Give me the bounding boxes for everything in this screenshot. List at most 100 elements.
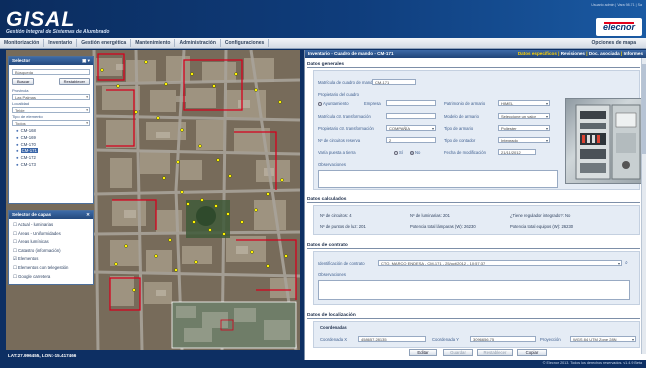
- layer-item[interactable]: ☐ Google carretera: [13, 273, 93, 282]
- menu-gestion-energetica[interactable]: Gestión energética: [77, 39, 132, 47]
- layer-item[interactable]: ☐ Áreas lumínicas: [13, 238, 93, 247]
- list-item[interactable]: ● CM-169: [16, 135, 93, 142]
- tipo-select[interactable]: Todos ▾: [12, 120, 90, 126]
- fecha-input[interactable]: 21/11/2012: [498, 149, 536, 155]
- patrimonio-select[interactable]: HIMEL: [498, 100, 550, 106]
- app-tagline: Gestión Integral de Sistemas de Alumbrad…: [6, 29, 110, 35]
- list-item[interactable]: ● CM-170: [16, 142, 93, 149]
- list-item[interactable]: ● CM-168: [16, 128, 93, 135]
- radio-icon[interactable]: [318, 101, 322, 106]
- no-radio[interactable]: No: [410, 150, 420, 155]
- calculated-data-box: Nº de circuitos: 4 Nº de luminarias: 201…: [313, 205, 640, 235]
- section-location-title: Datos de localización: [307, 313, 640, 319]
- calc-circuitos: Nº de circuitos: 4: [320, 213, 352, 218]
- menu-administracion[interactable]: Administración: [175, 39, 221, 47]
- map-options-button[interactable]: Opciones de mapa: [592, 39, 636, 48]
- location-data-box: Coordenadas Coordenada X 458657.28135 Co…: [313, 321, 640, 348]
- mat-transformacion-label: Matrícula ctr. transformación: [318, 114, 371, 119]
- detail-panel: Inventario - Cuadro de mando - CM-171 Da…: [304, 50, 646, 360]
- chevron-down-icon: ▾: [86, 108, 88, 112]
- contract-id-label: Identificación de contrato: [318, 261, 365, 266]
- calc-potencia-equipos: Potencia total equipos (W): 26230: [510, 224, 574, 229]
- copy-button[interactable]: Copiar: [517, 349, 547, 356]
- layer-item[interactable]: ☐ Elementos con telegestión: [13, 264, 93, 273]
- calc-potencia-lamparas: Potencia total lámparas (W): 26230: [410, 224, 476, 229]
- layer-item[interactable]: ☐ Áreas - Uniformidades: [13, 230, 93, 239]
- fecha-label: Fecha de modificación: [444, 150, 486, 155]
- node-icon: ●: [16, 161, 19, 167]
- tipo-armario-label: Tipo de armario: [444, 126, 474, 131]
- calc-puntos-luz: Nº de puntos de luz: 201: [320, 224, 366, 229]
- tab-informes[interactable]: Informes: [624, 51, 643, 56]
- layer-item[interactable]: ☐ Actual - luminarias: [13, 221, 93, 230]
- edit-button[interactable]: Editar: [409, 349, 437, 356]
- tipo-contador-select[interactable]: Integrado: [498, 137, 550, 143]
- chevron-down-icon: ▾: [86, 121, 88, 125]
- layer-item-checked[interactable]: ☑ Elementos: [13, 255, 93, 264]
- search-icon[interactable]: ⌕: [625, 260, 628, 266]
- menu-mantenimiento[interactable]: Mantenimiento: [131, 39, 176, 47]
- propietario-ct-label: Propietario ctr. transformación: [318, 126, 374, 131]
- projection-label: Proyección: [540, 337, 561, 342]
- contract-obs-label: Observaciones: [318, 272, 346, 277]
- observaciones-label: Observaciones: [318, 162, 346, 167]
- menu-configuraciones[interactable]: Configuraciones: [221, 39, 270, 47]
- detail-tabs: Datos específicos | Revisiones | Doc. as…: [517, 51, 643, 56]
- detail-scrollbar[interactable]: [641, 58, 646, 354]
- node-icon: ●: [16, 155, 19, 161]
- radio-icon[interactable]: [394, 150, 398, 155]
- list-item[interactable]: ● CM-172: [16, 155, 93, 162]
- restore-button[interactable]: Restablecer: [477, 349, 513, 356]
- panel-controls-icon[interactable]: ▣ ▾: [82, 57, 90, 65]
- search-placeholder: Búsqueda: [15, 70, 34, 75]
- list-item-selected[interactable]: ● CM-171: [16, 148, 93, 155]
- section-calculated-title: Datos calculados: [307, 197, 640, 203]
- coord-x-input[interactable]: 458657.28135: [358, 336, 426, 342]
- patrimonio-label: Patrimonio de armario: [444, 101, 486, 106]
- contract-obs-textarea[interactable]: [318, 280, 630, 300]
- search-input[interactable]: Búsqueda: [12, 69, 90, 75]
- scrollbar-thumb[interactable]: [642, 64, 646, 154]
- footer-copyright: © Elecnor 2013. Todos los derechos reser…: [542, 361, 642, 365]
- propietario-ct-select[interactable]: COMPAÑÍA: [386, 125, 436, 131]
- tab-datos-especificos[interactable]: Datos específicos: [518, 51, 557, 56]
- section-contract-title: Datos de contrato: [307, 243, 640, 249]
- search-button[interactable]: Buscar: [12, 78, 35, 85]
- general-data-box: Matrícula de cuadro de mando CM-171 Prop…: [313, 70, 645, 190]
- save-button[interactable]: Guardar: [443, 349, 473, 356]
- node-icon: ●: [16, 141, 19, 147]
- projection-select[interactable]: WGS 84 UTM Zone 28N: [570, 336, 636, 342]
- list-item[interactable]: ● CM-173: [16, 162, 93, 169]
- contract-data-box: Identificación de contrato CTO. MARCO EN…: [313, 251, 640, 305]
- node-icon: ●: [16, 148, 19, 154]
- modelo-select[interactable]: Seleccione un valor: [498, 113, 550, 119]
- selector-panel-title: Selector ▣ ▾: [9, 57, 93, 65]
- circuitos-reserva-input[interactable]: 2: [386, 137, 436, 143]
- observaciones-textarea[interactable]: [318, 170, 558, 188]
- reset-button[interactable]: Restablecer: [58, 78, 90, 85]
- menu-inventario[interactable]: Inventario: [44, 39, 78, 47]
- matricula-input[interactable]: CM-171: [372, 79, 416, 85]
- ayuntamiento-radio[interactable]: Ayuntamiento: [318, 101, 349, 106]
- provincia-select[interactable]: Las Palmas ▾: [12, 94, 90, 100]
- localidad-select[interactable]: Telde ▾: [12, 107, 90, 113]
- tab-revisiones[interactable]: Revisiones: [561, 51, 585, 56]
- coord-y-input[interactable]: 3096656.75: [470, 336, 536, 342]
- calc-luminarias: Nº de luminarias: 201: [410, 213, 450, 218]
- localidad-value: Telde: [15, 108, 25, 113]
- tipo-armario-select[interactable]: Poliester: [498, 125, 550, 131]
- layer-item[interactable]: ☐ Catastro (información): [13, 247, 93, 256]
- radio-checked-icon[interactable]: [410, 150, 414, 155]
- tab-doc-asociada[interactable]: Doc. asociada: [589, 51, 620, 56]
- contract-id-select[interactable]: CTO. MARCO ENDESA - CM-171 - 25/oct/2012…: [378, 260, 622, 266]
- selector-title-text: Selector: [12, 58, 31, 63]
- search-actions: Buscar Restablecer: [12, 78, 90, 85]
- app-header: GISAL Gestión Integral de Sistemas de Al…: [0, 0, 646, 38]
- empresa-input[interactable]: [386, 100, 436, 106]
- user-bar[interactable]: Usuario admin | Vara 98.71 | Sa: [591, 3, 642, 7]
- mat-transformacion-input[interactable]: [386, 113, 436, 119]
- close-icon[interactable]: ✕: [86, 211, 90, 219]
- si-radio[interactable]: Sí: [394, 150, 403, 155]
- menu-monitorizacion[interactable]: Monitorización: [0, 39, 45, 47]
- layers-panel: Selector de capas ✕ ☐ Actual - luminaria…: [8, 210, 94, 285]
